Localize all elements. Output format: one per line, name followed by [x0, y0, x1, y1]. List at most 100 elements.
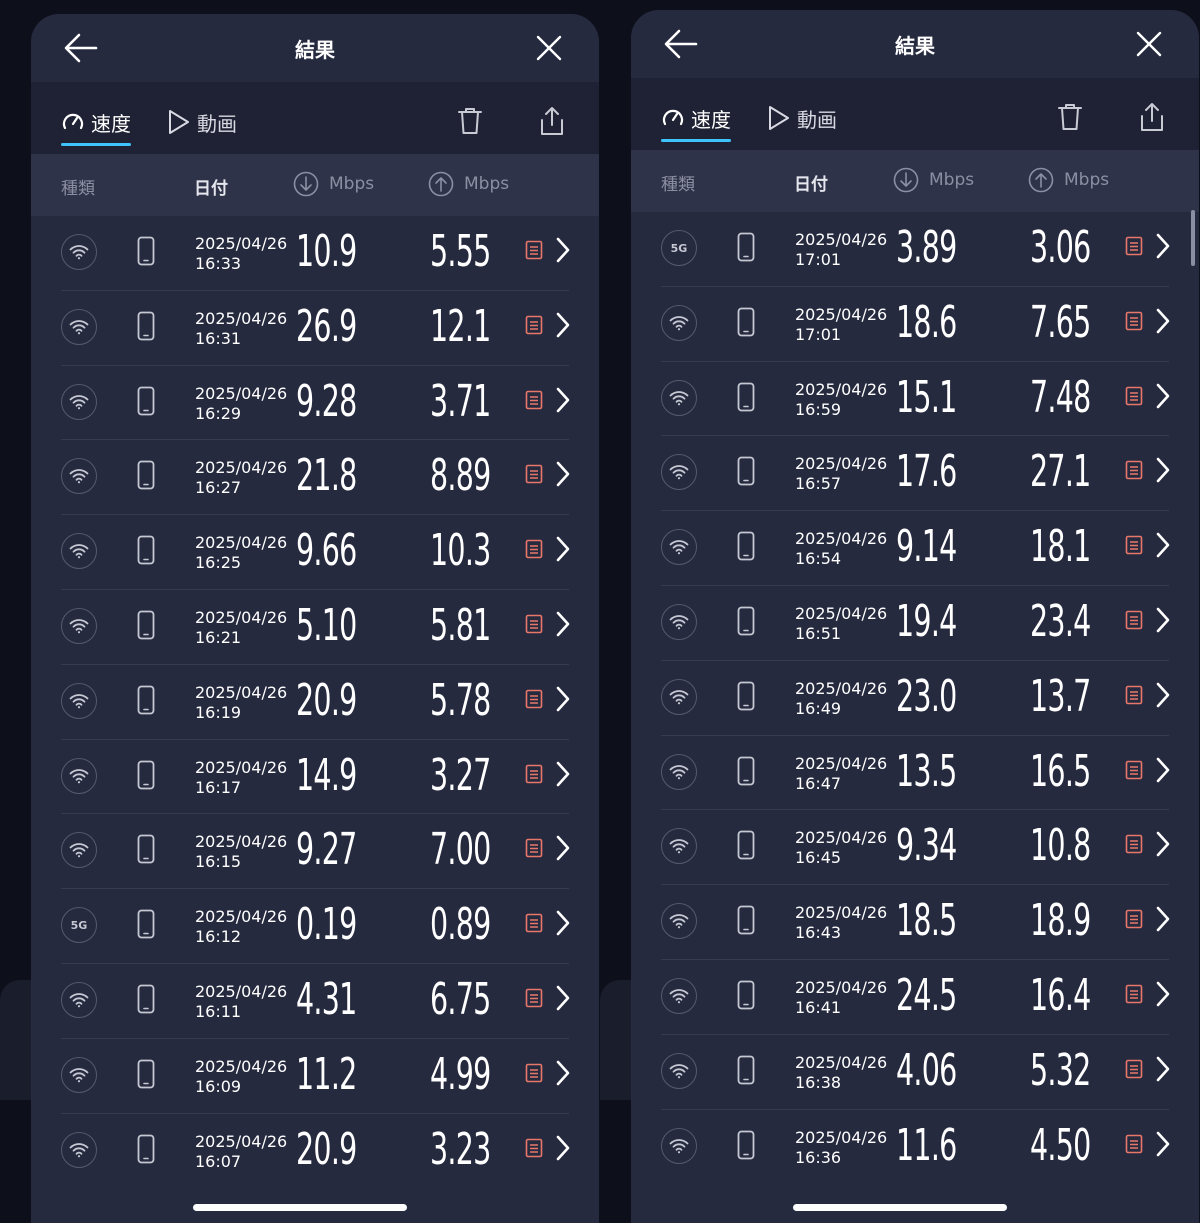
- close-button[interactable]: [1129, 24, 1169, 64]
- row-detail-chevron[interactable]: [1155, 756, 1171, 788]
- detail-report-button[interactable]: [1125, 685, 1143, 709]
- row-detail-chevron[interactable]: [1155, 232, 1171, 264]
- detail-report-button[interactable]: [525, 689, 543, 713]
- detail-report-button[interactable]: [1125, 984, 1143, 1008]
- detail-report-button[interactable]: [1125, 1134, 1143, 1158]
- test-date: 2025/04/26: [795, 1127, 888, 1147]
- test-time: 16:17: [195, 777, 242, 797]
- row-detail-chevron[interactable]: [555, 460, 571, 492]
- tab-speed[interactable]: 速度: [661, 100, 731, 142]
- row-detail-chevron[interactable]: [555, 1134, 571, 1166]
- result-row[interactable]: 2025/04/26 16:31 26.9 12.1: [31, 291, 599, 366]
- result-row[interactable]: 5G 2025/04/26 16:12 0.19 0.89: [31, 889, 599, 964]
- result-row[interactable]: 2025/04/26 16:47 13.5 16.5: [631, 736, 1199, 811]
- network-type-wifi: [61, 533, 97, 570]
- test-date: 2025/04/26: [195, 607, 288, 627]
- share-button[interactable]: [535, 104, 569, 138]
- wifi-icon: [669, 914, 689, 929]
- detail-report-button[interactable]: [1125, 535, 1143, 559]
- result-row[interactable]: 2025/04/26 16:45 9.34 10.8: [631, 810, 1199, 885]
- row-detail-chevron[interactable]: [1155, 1055, 1171, 1087]
- result-row[interactable]: 2025/04/26 16:54 9.14 18.1: [631, 511, 1199, 586]
- row-detail-chevron[interactable]: [555, 984, 571, 1016]
- result-row[interactable]: 2025/04/26 16:25 9.66 10.3: [31, 515, 599, 590]
- detail-report-button[interactable]: [525, 390, 543, 414]
- result-row[interactable]: 2025/04/26 16:17 14.9 3.27: [31, 740, 599, 815]
- result-row[interactable]: 5G 2025/04/26 17:01 3.89 3.06: [631, 212, 1199, 287]
- phone-icon: [737, 681, 755, 711]
- result-row[interactable]: 2025/04/26 16:38 4.06 5.32: [631, 1035, 1199, 1110]
- row-detail-chevron[interactable]: [1155, 606, 1171, 638]
- result-row[interactable]: 2025/04/26 16:51 19.4 23.4: [631, 586, 1199, 661]
- row-detail-chevron[interactable]: [555, 386, 571, 418]
- row-detail-chevron[interactable]: [1155, 382, 1171, 414]
- row-detail-chevron[interactable]: [1155, 830, 1171, 862]
- detail-report-button[interactable]: [525, 614, 543, 638]
- detail-report-button[interactable]: [525, 988, 543, 1012]
- scrollbar[interactable]: [1191, 210, 1195, 266]
- detail-report-button[interactable]: [1125, 236, 1143, 260]
- delete-button[interactable]: [1053, 100, 1087, 134]
- result-row[interactable]: 2025/04/26 16:43 18.5 18.9: [631, 885, 1199, 960]
- detail-report-button[interactable]: [1125, 311, 1143, 335]
- result-row[interactable]: 2025/04/26 16:15 9.27 7.00: [31, 814, 599, 889]
- result-row[interactable]: 2025/04/26 16:11 4.31 6.75: [31, 964, 599, 1039]
- result-row[interactable]: 2025/04/26 16:36 11.6 4.50: [631, 1110, 1199, 1185]
- row-detail-chevron[interactable]: [1155, 1130, 1171, 1162]
- row-detail-chevron[interactable]: [1155, 980, 1171, 1012]
- detail-report-button[interactable]: [525, 315, 543, 339]
- detail-report-button[interactable]: [1125, 909, 1143, 933]
- home-indicator[interactable]: [793, 1204, 1007, 1211]
- detail-report-button[interactable]: [525, 1063, 543, 1087]
- tab-video[interactable]: 動画: [167, 104, 237, 140]
- detail-report-button[interactable]: [1125, 834, 1143, 858]
- result-row[interactable]: 2025/04/26 17:01 18.6 7.65: [631, 287, 1199, 362]
- row-detail-chevron[interactable]: [555, 610, 571, 642]
- tab-speed[interactable]: 速度: [61, 104, 131, 146]
- detail-report-button[interactable]: [525, 240, 543, 264]
- detail-report-button[interactable]: [525, 764, 543, 788]
- row-detail-chevron[interactable]: [555, 685, 571, 717]
- detail-report-button[interactable]: [1125, 760, 1143, 784]
- row-detail-chevron[interactable]: [555, 760, 571, 792]
- detail-report-button[interactable]: [525, 539, 543, 563]
- detail-report-button[interactable]: [1125, 610, 1143, 634]
- close-button[interactable]: [529, 28, 569, 68]
- tab-video[interactable]: 動画: [767, 100, 837, 136]
- result-row[interactable]: 2025/04/26 16:33 10.9 5.55: [31, 216, 599, 291]
- detail-report-button[interactable]: [1125, 460, 1143, 484]
- result-row[interactable]: 2025/04/26 16:49 23.0 13.7: [631, 661, 1199, 736]
- detail-report-button[interactable]: [1125, 1059, 1143, 1083]
- row-detail-chevron[interactable]: [1155, 681, 1171, 713]
- share-button[interactable]: [1135, 100, 1169, 134]
- result-row[interactable]: 2025/04/26 16:59 15.1 7.48: [631, 362, 1199, 437]
- download-speed: 18.5: [896, 895, 957, 947]
- row-detail-chevron[interactable]: [555, 1059, 571, 1091]
- row-detail-chevron[interactable]: [1155, 905, 1171, 937]
- detail-report-button[interactable]: [1125, 386, 1143, 410]
- detail-report-button[interactable]: [525, 913, 543, 937]
- result-row[interactable]: 2025/04/26 16:27 21.8 8.89: [31, 440, 599, 515]
- result-row[interactable]: 2025/04/26 16:09 11.2 4.99: [31, 1039, 599, 1114]
- results-header: 結果: [31, 14, 599, 82]
- row-detail-chevron[interactable]: [555, 311, 571, 343]
- result-row[interactable]: 2025/04/26 16:07 20.9 3.23: [31, 1114, 599, 1189]
- row-detail-chevron[interactable]: [555, 535, 571, 567]
- result-row[interactable]: 2025/04/26 16:57 17.6 27.1: [631, 436, 1199, 511]
- delete-button[interactable]: [453, 104, 487, 138]
- row-detail-chevron[interactable]: [555, 236, 571, 268]
- row-detail-chevron[interactable]: [1155, 307, 1171, 339]
- row-detail-chevron[interactable]: [555, 834, 571, 866]
- result-row[interactable]: 2025/04/26 16:21 5.10 5.81: [31, 590, 599, 665]
- result-row[interactable]: 2025/04/26 16:19 20.9 5.78: [31, 665, 599, 740]
- home-indicator[interactable]: [193, 1204, 407, 1211]
- detail-report-button[interactable]: [525, 464, 543, 488]
- chevron-right-icon: [556, 985, 570, 1011]
- detail-report-button[interactable]: [525, 1138, 543, 1162]
- row-detail-chevron[interactable]: [1155, 531, 1171, 563]
- result-row[interactable]: 2025/04/26 16:29 9.28 3.71: [31, 366, 599, 441]
- result-row[interactable]: 2025/04/26 16:41 24.5 16.4: [631, 960, 1199, 1035]
- detail-report-button[interactable]: [525, 838, 543, 862]
- row-detail-chevron[interactable]: [1155, 456, 1171, 488]
- row-detail-chevron[interactable]: [555, 909, 571, 941]
